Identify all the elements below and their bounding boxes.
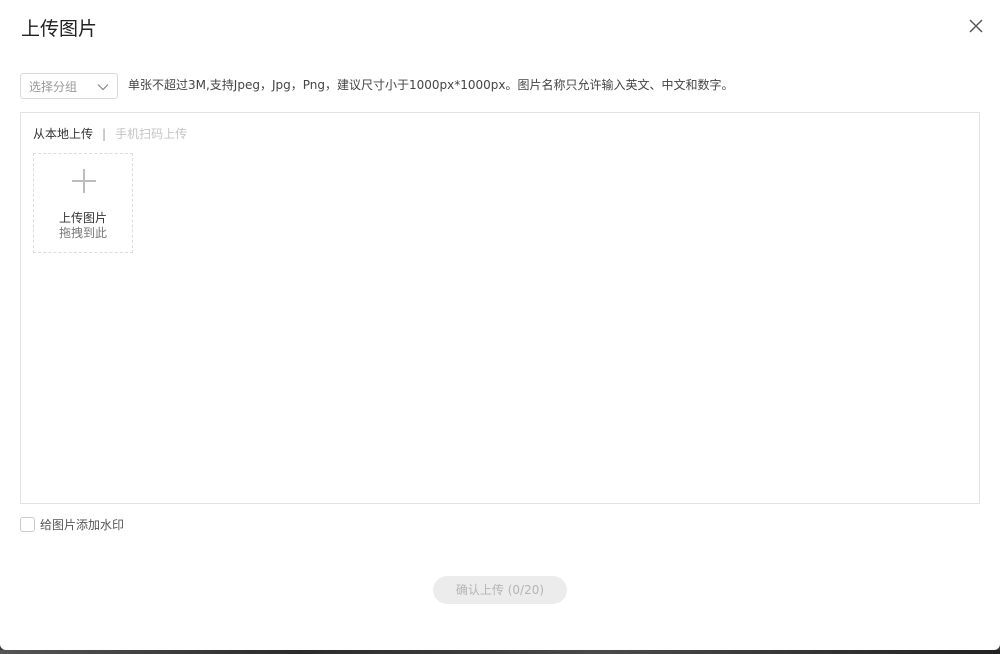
- watermark-checkbox[interactable]: [20, 517, 35, 532]
- group-select[interactable]: 选择分组: [20, 73, 118, 99]
- upload-dropzone[interactable]: 上传图片 拖拽到此: [33, 153, 133, 253]
- upload-image-dialog: 上传图片 选择分组 单张不超过3M,支持Jpeg，Jpg，Png，建议尺寸小于1…: [0, 0, 1000, 650]
- dropzone-label: 上传图片: [58, 211, 107, 225]
- tab-local-upload[interactable]: 从本地上传: [33, 127, 93, 141]
- watermark-label: 给图片添加水印: [40, 518, 125, 532]
- confirm-upload-button[interactable]: 确认上传 (0/20): [433, 576, 567, 604]
- upload-source-tabs: 从本地上传 | 手机扫码上传: [33, 126, 187, 142]
- page-backdrop: [0, 650, 1000, 654]
- upload-panel: 从本地上传 | 手机扫码上传 上传图片 拖拽到此: [20, 112, 980, 504]
- close-icon: [969, 19, 983, 33]
- upload-requirements-hint: 单张不超过3M,支持Jpeg，Jpg，Png，建议尺寸小于1000px*1000…: [128, 78, 734, 92]
- dropzone-sublabel: 拖拽到此: [58, 226, 107, 240]
- dialog-title: 上传图片: [21, 18, 98, 40]
- tab-separator: |: [102, 127, 107, 141]
- tab-mobile-scan-upload[interactable]: 手机扫码上传: [115, 127, 187, 141]
- plus-icon: [72, 169, 96, 193]
- chevron-down-icon: [97, 84, 109, 91]
- close-button[interactable]: [964, 14, 988, 38]
- group-select-placeholder: 选择分组: [29, 80, 78, 94]
